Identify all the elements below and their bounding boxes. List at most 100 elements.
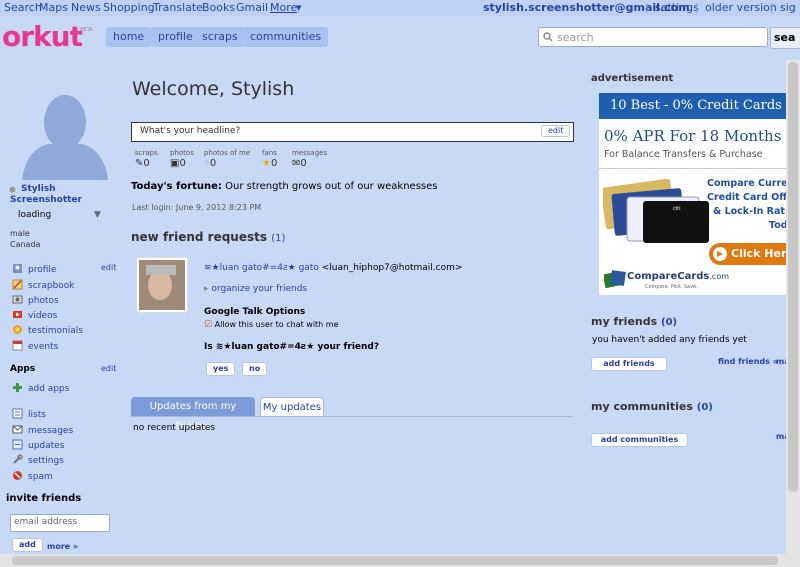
- sidebar-item-messages[interactable]: messages: [12, 424, 73, 438]
- friend-requests-count: (1): [271, 233, 286, 244]
- topbar-link-books[interactable]: Books: [202, 1, 235, 14]
- stat-scraps[interactable]: ✎0: [135, 158, 150, 169]
- topbar-link-translate[interactable]: Translate: [153, 1, 203, 14]
- topbar-link-search[interactable]: Search: [4, 1, 42, 14]
- sidebar-item-label: messages: [28, 426, 74, 436]
- topbar-older-version-link[interactable]: older version: [705, 1, 777, 14]
- status-text[interactable]: loading: [18, 210, 51, 220]
- topbar-link-news[interactable]: News: [71, 1, 101, 14]
- gtalk-allow[interactable]: ☑ Allow this user to chat with me: [204, 320, 339, 330]
- stat-fans[interactable]: ★0: [262, 158, 277, 169]
- tab-updates-from-friends[interactable]: Updates from my friends: [131, 397, 255, 432]
- request-name-link[interactable]: ≋★luan gato#=4ƨ★ gato: [204, 263, 319, 273]
- topbar-signout-link[interactable]: sig: [780, 1, 796, 14]
- scrapbook-icon: [12, 279, 23, 290]
- vertical-scrollbar-thumb[interactable]: [788, 62, 798, 492]
- stat-label-messages: messages: [292, 149, 328, 157]
- organize-friends[interactable]: ▸ organize your friends: [204, 284, 307, 294]
- invite-email-field[interactable]: email address: [10, 514, 110, 532]
- invite-more-link[interactable]: more »: [47, 542, 78, 551]
- sidebar-item-add-apps[interactable]: add apps: [12, 382, 69, 396]
- my-communities-title: my communities: [591, 400, 693, 413]
- svg-text:citi: citi: [673, 206, 681, 212]
- headline-edit-button[interactable]: edit: [541, 125, 571, 137]
- separator: |: [645, 1, 649, 14]
- horizontal-scrollbar-thumb[interactable]: [12, 556, 778, 565]
- sidebar-item-label: updates: [28, 441, 65, 451]
- topbar-more-link[interactable]: More: [270, 1, 297, 14]
- ad-compare-line: Toda: [769, 220, 786, 231]
- advertisement[interactable]: 10 Best - 0% Credit Cards 0% APR For 18 …: [599, 93, 786, 295]
- sidebar-item-scrapbook[interactable]: scrapbook: [12, 279, 75, 293]
- find-friends-link[interactable]: find friends »: [718, 357, 778, 366]
- sidebar-item-label: add apps: [28, 384, 70, 394]
- stat-messages[interactable]: ✉0: [292, 158, 307, 169]
- sidebar-item-testimonials[interactable]: testimonials: [12, 324, 83, 338]
- nav-home[interactable]: home: [106, 27, 152, 47]
- search-input[interactable]: search: [538, 27, 768, 47]
- yes-button[interactable]: yes: [206, 362, 236, 376]
- topbar-link-maps[interactable]: Maps: [39, 1, 68, 14]
- friend-requests-title: new friend requests: [131, 230, 267, 244]
- no-button[interactable]: no: [242, 362, 268, 376]
- photos-icon: [12, 295, 23, 304]
- search-icon: [543, 32, 553, 42]
- stat-label-photos-of-me: photos of me: [204, 149, 251, 157]
- stat-photos[interactable]: ▣0: [170, 158, 186, 169]
- credit-cards-image: citi: [603, 178, 709, 243]
- ad-tagline: Compare. Pick. Save.: [645, 284, 698, 290]
- apps-edit-link[interactable]: edit: [101, 364, 116, 373]
- sidebar-item-label: lists: [28, 410, 46, 420]
- sidebar-item-profile[interactable]: profile: [12, 263, 56, 277]
- status-dropdown-icon[interactable]: ▼: [94, 210, 101, 220]
- ad-compare-line: Credit Card Offe: [707, 192, 786, 203]
- checkbox-checked-icon[interactable]: ☑: [204, 320, 212, 330]
- avatar[interactable]: [18, 82, 112, 180]
- profile-name-line1[interactable]: Stylish: [21, 184, 56, 194]
- nav-scraps[interactable]: scraps: [195, 27, 245, 47]
- spam-icon: [13, 471, 22, 480]
- requester-avatar[interactable]: [136, 257, 188, 313]
- ad-click-label: Click Here: [731, 247, 786, 260]
- ad-compare-text: Compare Curre Credit Card Offe & Lock-In…: [707, 177, 786, 233]
- sidebar-item-label: profile: [28, 265, 57, 275]
- stat-photos-of-me[interactable]: ◦0: [204, 158, 216, 169]
- events-icon: [12, 340, 23, 351]
- gtalk-allow-label: Allow this user to chat with me: [214, 320, 339, 329]
- stat-label-fans: fans: [262, 149, 277, 157]
- sidebar-item-lists[interactable]: lists: [12, 408, 46, 422]
- organize-friends-link[interactable]: organize your friends: [211, 284, 307, 294]
- star-icon: ★: [262, 158, 271, 169]
- play-icon: ▶: [713, 247, 727, 261]
- sidebar-item-videos[interactable]: videos: [12, 309, 57, 323]
- invite-add-button[interactable]: add: [12, 538, 43, 552]
- topbar-settings-link[interactable]: settings: [655, 1, 699, 14]
- headline-placeholder: What's your headline?: [140, 126, 241, 136]
- stat-value: 0: [270, 158, 278, 169]
- add-friends-button[interactable]: add friends: [591, 357, 667, 371]
- nav-profile[interactable]: profile: [151, 27, 200, 47]
- search-button[interactable]: sea: [770, 27, 800, 49]
- orkut-logo[interactable]: orkut: [2, 20, 83, 53]
- sidebar-item-spam[interactable]: spam: [12, 470, 53, 484]
- sidebar-item-updates[interactable]: updates: [12, 439, 64, 453]
- topbar-link-gmail[interactable]: Gmail: [236, 1, 268, 14]
- sidebar-item-settings[interactable]: settings: [12, 454, 64, 468]
- updates-icon: [12, 439, 23, 450]
- profile-name-line2[interactable]: Screenshotter: [10, 195, 82, 205]
- chevron-down-icon: ▾: [296, 1, 302, 14]
- testimonials-icon: [13, 325, 22, 334]
- tab-my-updates[interactable]: My updates: [260, 397, 324, 417]
- request-sender: ≋★luan gato#=4ƨ★ gato <luan_hiphop7@hotm…: [204, 263, 462, 273]
- topbar-link-shopping[interactable]: Shopping: [103, 1, 155, 14]
- add-communities-button[interactable]: add communities: [591, 433, 688, 447]
- sidebar-item-label: photos: [28, 296, 59, 306]
- sidebar-item-events[interactable]: events: [12, 340, 58, 354]
- stat-value: 0: [143, 158, 150, 169]
- no-updates-text: no recent updates: [133, 423, 216, 433]
- ad-click-here-button[interactable]: ▶ Click Here: [709, 243, 786, 265]
- sidebar-item-photos[interactable]: photos: [12, 294, 59, 308]
- headline-box[interactable]: What's your headline? edit: [131, 122, 574, 142]
- nav-communities[interactable]: communities: [243, 27, 329, 47]
- profile-edit-link[interactable]: edit: [101, 263, 116, 272]
